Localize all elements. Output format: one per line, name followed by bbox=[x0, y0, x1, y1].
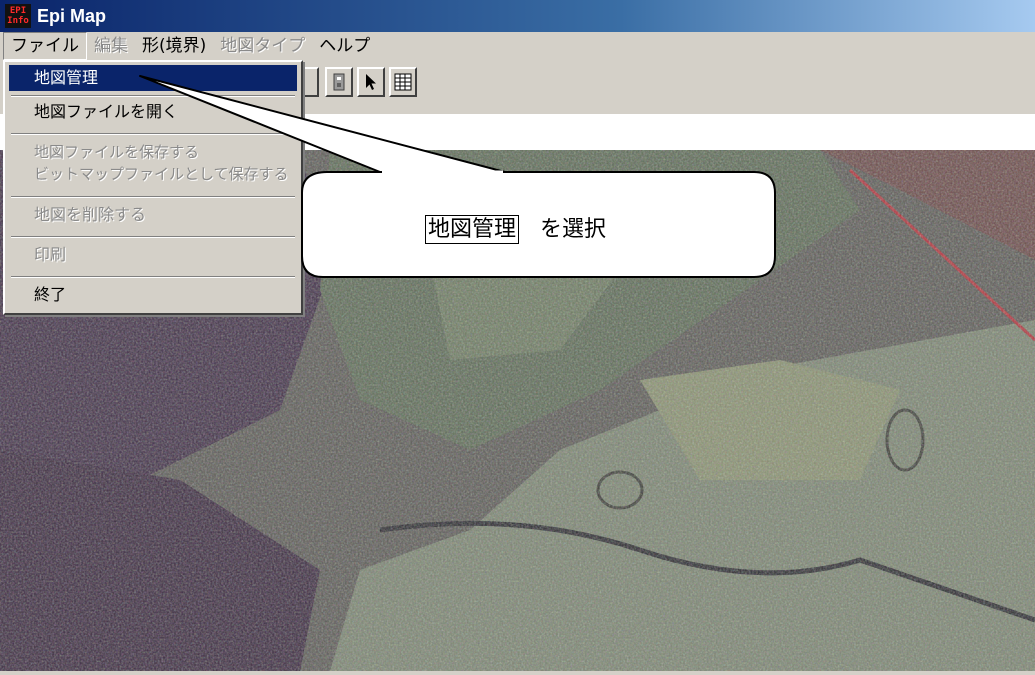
icon-text-line2: Info bbox=[7, 16, 29, 26]
menu-item-map-management[interactable]: 地図管理 bbox=[9, 65, 297, 91]
menu-separator bbox=[11, 236, 295, 238]
file-menu-dropdown: 地図管理 地図ファイルを開く 地図ファイルを保存する ビットマップファイルとして… bbox=[3, 60, 303, 315]
table-grid-icon bbox=[394, 73, 412, 91]
title-bar: EPI Info Epi Map bbox=[0, 0, 1035, 32]
menu-bar: ファイル 編集 形(境界) 地図タイプ ヘルプ bbox=[0, 32, 1035, 60]
menu-file[interactable]: ファイル bbox=[3, 32, 87, 60]
zoom-button[interactable] bbox=[325, 67, 353, 97]
menu-help[interactable]: ヘルプ bbox=[312, 33, 377, 59]
menu-item-exit[interactable]: 終了 bbox=[9, 282, 297, 308]
icon-text-line1: EPI bbox=[9, 6, 27, 16]
menu-separator bbox=[11, 95, 295, 97]
menu-item-save-as-bitmap[interactable]: ビットマップファイルとして保存する bbox=[9, 163, 297, 185]
pointer-button[interactable] bbox=[357, 67, 385, 97]
menu-map-type[interactable]: 地図タイプ bbox=[213, 33, 312, 59]
menu-separator bbox=[11, 276, 295, 278]
table-button[interactable] bbox=[389, 67, 417, 97]
menu-item-delete-map[interactable]: 地図を削除する bbox=[9, 202, 297, 228]
zoom-icon bbox=[333, 73, 345, 91]
menu-item-open-map-file[interactable]: 地図ファイルを開く bbox=[9, 99, 297, 125]
pointer-arrow-icon bbox=[366, 74, 376, 90]
menu-separator bbox=[11, 196, 295, 198]
menu-shape-boundary[interactable]: 形(境界) bbox=[135, 33, 213, 59]
menu-separator bbox=[11, 133, 295, 135]
menu-item-save-map-file[interactable]: 地図ファイルを保存する bbox=[9, 141, 297, 163]
window-title: Epi Map bbox=[37, 5, 107, 26]
epi-info-icon[interactable]: EPI Info bbox=[5, 4, 31, 28]
menu-edit[interactable]: 編集 bbox=[87, 33, 135, 59]
menu-item-print[interactable]: 印刷 bbox=[9, 242, 297, 268]
